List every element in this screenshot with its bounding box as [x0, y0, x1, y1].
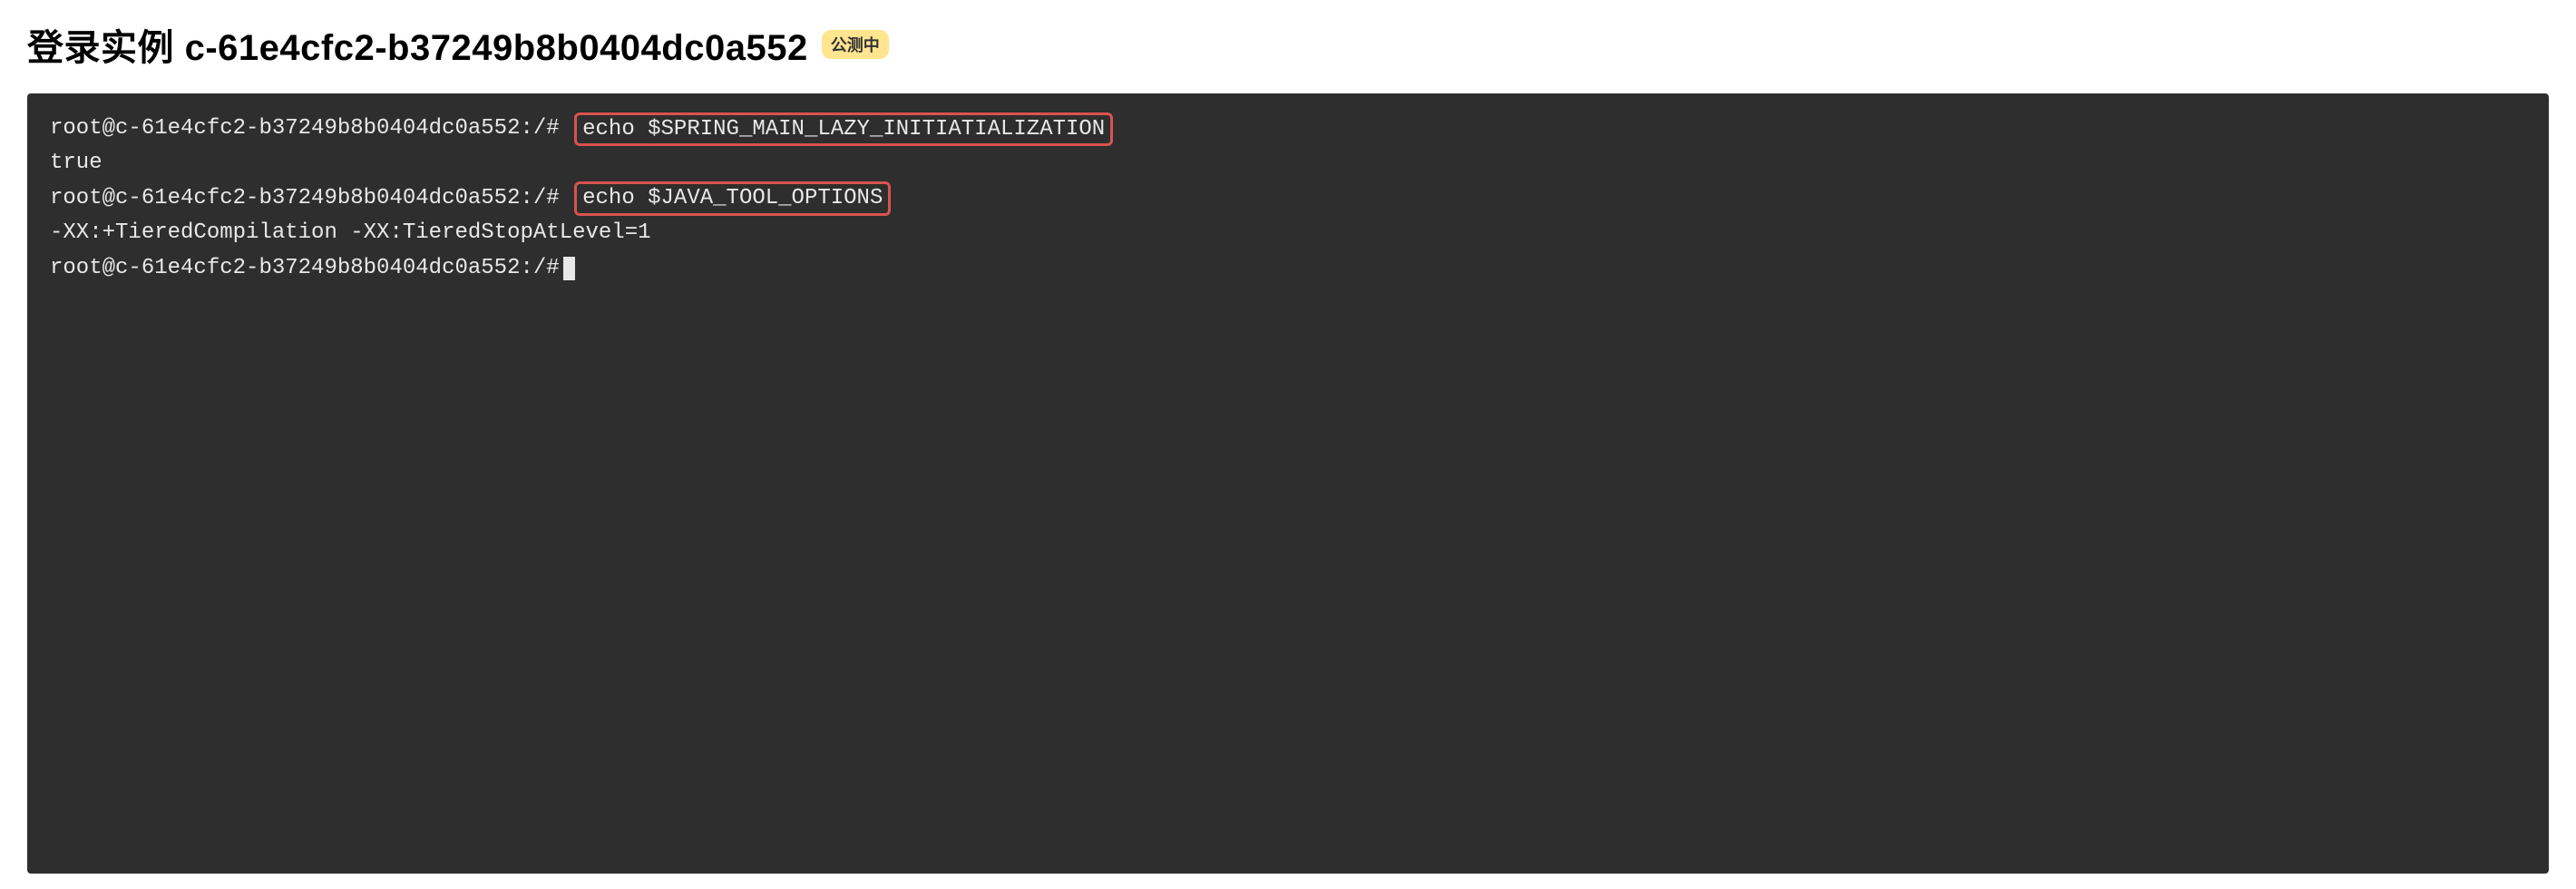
terminal-line: true [50, 146, 2526, 181]
terminal-cursor [563, 257, 575, 280]
terminal-command-highlighted: echo $SPRING_MAIN_LAZY_INITIATIALIZATION [574, 112, 1113, 146]
terminal-output: true [50, 146, 102, 181]
terminal-line: root@c-61e4cfc2-b37249b8b0404dc0a552:/# … [50, 112, 2526, 146]
terminal-prompt: root@c-61e4cfc2-b37249b8b0404dc0a552:/# [50, 251, 560, 286]
page-header: 登录实例 c-61e4cfc2-b37249b8b0404dc0a552 公测中 [0, 0, 2576, 93]
beta-badge: 公测中 [822, 30, 889, 59]
terminal-line: root@c-61e4cfc2-b37249b8b0404dc0a552:/# [50, 251, 2526, 286]
terminal[interactable]: root@c-61e4cfc2-b37249b8b0404dc0a552:/# … [27, 93, 2549, 874]
page-title: 登录实例 c-61e4cfc2-b37249b8b0404dc0a552 [27, 18, 808, 71]
terminal-output: -XX:+TieredCompilation -XX:TieredStopAtL… [50, 216, 651, 250]
terminal-prompt: root@c-61e4cfc2-b37249b8b0404dc0a552:/# [50, 181, 560, 216]
terminal-command-highlighted: echo $JAVA_TOOL_OPTIONS [574, 181, 891, 215]
terminal-prompt: root@c-61e4cfc2-b37249b8b0404dc0a552:/# [50, 112, 560, 146]
terminal-line: -XX:+TieredCompilation -XX:TieredStopAtL… [50, 216, 2526, 250]
terminal-line: root@c-61e4cfc2-b37249b8b0404dc0a552:/# … [50, 181, 2526, 216]
